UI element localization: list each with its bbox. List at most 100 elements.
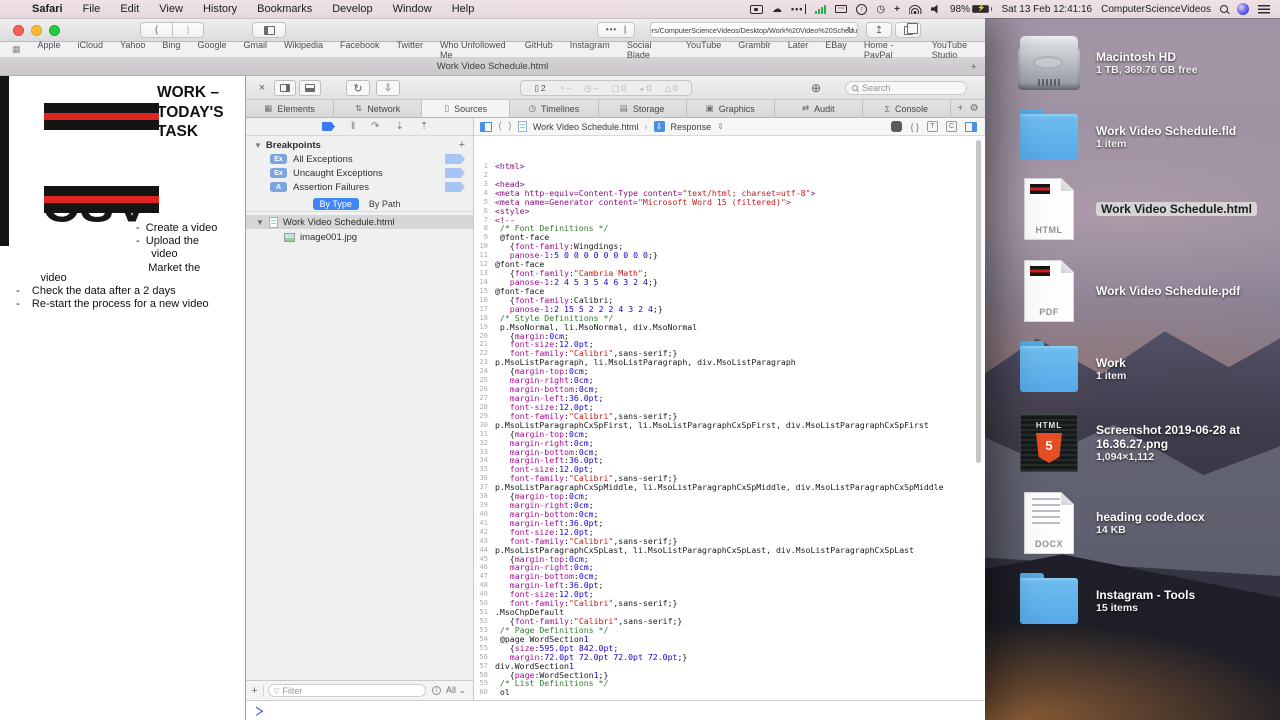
code-line[interactable]: 5 <meta name=Generator content="Microsoft… (474, 197, 985, 207)
tab-overview-button[interactable] (895, 22, 921, 38)
tab-timelines[interactable]: ◷ Timelines (510, 100, 599, 117)
favorite-item[interactable]: Twitter (397, 40, 424, 60)
desktop-icon-screenshot[interactable]: HTML 5 Screenshot 2019-06-28 at 16.36.27.p… (1016, 410, 1278, 476)
breakpoint-toggle-icon[interactable] (445, 168, 465, 178)
step-out-icon[interactable]: ⇡ (420, 121, 428, 132)
cloud-icon[interactable]: ☁ (772, 4, 782, 15)
step-over-icon[interactable]: ↷ (371, 121, 379, 132)
breadcrumb-response[interactable]: Response (671, 122, 712, 132)
back-button[interactable]: ⟨ (140, 22, 172, 38)
code-line[interactable]: 11 panose-1:5 0 0 0 0 0 0 0 0 0;} (474, 250, 985, 260)
desktop-icon-pdf[interactable]: PDF Work Video Schedule.pdf (1016, 258, 1278, 324)
code-line[interactable]: 14 panose-1:2 4 5 3 5 4 6 3 2 4;} (474, 277, 985, 287)
toggle-right-sidebar-icon[interactable] (965, 121, 977, 132)
sidebar-button[interactable] (252, 22, 286, 38)
forward-icon[interactable]: ⟩ (508, 121, 512, 132)
add-breakpoint-button[interactable]: + (459, 139, 465, 151)
by-type-segment[interactable]: By Type (312, 197, 359, 210)
minimize-window-button[interactable] (31, 25, 42, 36)
console-messages[interactable]: ▢ 0 (611, 83, 626, 94)
favorite-item[interactable]: EBay (825, 40, 847, 60)
tab-sources[interactable]: ▯ Sources (422, 100, 511, 117)
user-menu[interactable]: ComputerScienceVideos (1101, 4, 1211, 15)
desktop-icon-drive[interactable]: Macintosh HD 1 TB, 369.76 GB free (1016, 30, 1278, 96)
tab-graphics[interactable]: ▣ Graphics (687, 100, 775, 117)
menu-clock[interactable]: Sat 13 Feb 12:41:16 (1001, 4, 1092, 15)
breadcrumb-file[interactable]: Work Video Schedule.html (533, 122, 639, 132)
detach-inspector-button[interactable] (274, 80, 296, 96)
displays-icon[interactable] (835, 5, 848, 13)
menu-edit[interactable]: Edit (110, 3, 149, 15)
code-line[interactable]: 2 (474, 170, 985, 180)
address-bar[interactable]: file:///Users/ComputerScienceVideos/Desk… (650, 22, 858, 38)
pause-icon[interactable]: ‖ (351, 121, 355, 132)
response-stepper-icon[interactable]: ⇕ (717, 122, 724, 131)
filter-info-icon[interactable]: i (432, 686, 441, 695)
breakpoint-row[interactable]: Ex Uncaught Exceptions (246, 166, 473, 180)
close-window-button[interactable] (13, 25, 24, 36)
desktop-icon-label[interactable]: Work (1096, 356, 1126, 370)
share-button[interactable]: ↥ (866, 22, 892, 38)
active-tab[interactable]: Work Video Schedule.html (437, 61, 549, 72)
favorite-item[interactable]: Bing (162, 40, 180, 60)
source-scrollbar[interactable] (976, 140, 981, 463)
resource-row-html[interactable]: ▼ Work Video Schedule.html (246, 215, 473, 229)
desktop-icon-label[interactable]: heading code.docx (1096, 510, 1205, 524)
backup-up-arrow-icon[interactable]: ↑ (856, 3, 868, 15)
desktop-icon-label[interactable]: Work Video Schedule.pdf (1096, 284, 1240, 298)
favorite-item[interactable]: GitHub (525, 40, 553, 60)
braces-icon[interactable]: { } (910, 122, 919, 132)
tab-storage[interactable]: ▤ Storage (599, 100, 687, 117)
wifi-icon[interactable] (908, 4, 922, 14)
menu-history[interactable]: History (193, 3, 247, 15)
battery-indicator[interactable]: 98% (950, 4, 993, 15)
forward-button[interactable]: ⟩ (172, 22, 204, 38)
filter-field[interactable]: ▽ Filter (268, 684, 426, 697)
breakpoints-enabled-icon[interactable] (322, 122, 335, 131)
code-line[interactable]: 1 <html> (474, 161, 985, 171)
reload-page-button[interactable]: ↻ (346, 80, 370, 96)
pretty-print-icon[interactable] (891, 121, 903, 132)
favorite-item[interactable]: Instagram (570, 40, 610, 60)
zoom-window-button[interactable] (49, 25, 60, 36)
volume-icon[interactable] (930, 4, 938, 14)
favorite-item[interactable]: Wikipedia (284, 40, 323, 60)
code-line[interactable]: 6 <style> (474, 206, 985, 216)
screen-record-icon[interactable] (749, 4, 763, 14)
console-warnings[interactable]: △ 0 (664, 83, 677, 94)
breakpoints-header[interactable]: ▼ Breakpoints + (246, 138, 473, 152)
by-path-segment[interactable]: By Path (363, 198, 407, 210)
element-picker-button[interactable]: ⊕ (806, 80, 826, 96)
breakpoint-row[interactable]: Ex All Exceptions (246, 152, 473, 166)
code-line[interactable]: 60 ol (474, 687, 985, 697)
tab-console[interactable]: Σ Console (863, 100, 951, 117)
favorite-item[interactable]: iCloud (78, 40, 104, 60)
more-status-icon[interactable]: ••• (791, 4, 807, 14)
favorite-item[interactable]: YouTube Studio (932, 40, 985, 60)
favorite-item[interactable]: Home - PayPal (864, 40, 915, 60)
desktop-icon-label[interactable]: Work Video Schedule.fld (1096, 124, 1236, 138)
reload-icon[interactable]: ↻ (846, 25, 854, 36)
source-code-editor[interactable]: 1 <html> 2 3 <head> 4 <meta http-equiv=Content… (474, 136, 985, 700)
favorite-item[interactable]: Social Blade (627, 40, 669, 60)
favorites-grid-icon[interactable]: ▦ (12, 44, 21, 55)
notification-center-icon[interactable] (1258, 4, 1270, 14)
memory-usage[interactable]: ◔ – (559, 83, 571, 93)
favorite-item[interactable]: Who Unfollowed Me (440, 40, 508, 60)
favorite-item[interactable]: Google (197, 40, 226, 60)
desktop-icon-label[interactable]: Instagram - Tools (1096, 588, 1195, 602)
filter-scope-dropdown[interactable]: All ⌄ (446, 685, 466, 696)
favorite-item[interactable]: Later (788, 40, 809, 60)
favorite-item[interactable]: YouTube (686, 40, 721, 60)
favorite-item[interactable]: Facebook (340, 40, 380, 60)
siri-icon[interactable] (1237, 3, 1249, 15)
settings-gear-icon[interactable]: ⚙ (970, 103, 979, 114)
favorite-item[interactable]: Gramblr (738, 40, 771, 60)
download-page-button[interactable]: ⇩ (376, 80, 400, 96)
desktop-icon-folder[interactable]: Work 1 item (1016, 336, 1278, 402)
dock-bottom-button[interactable] (299, 80, 321, 96)
desktop-icon-label[interactable]: Work Video Schedule.html (1096, 202, 1257, 216)
menu-safari[interactable]: Safari (22, 3, 73, 15)
coverage-icon[interactable]: C (946, 121, 957, 132)
tab-elements[interactable]: ▦ Elements (246, 100, 335, 117)
